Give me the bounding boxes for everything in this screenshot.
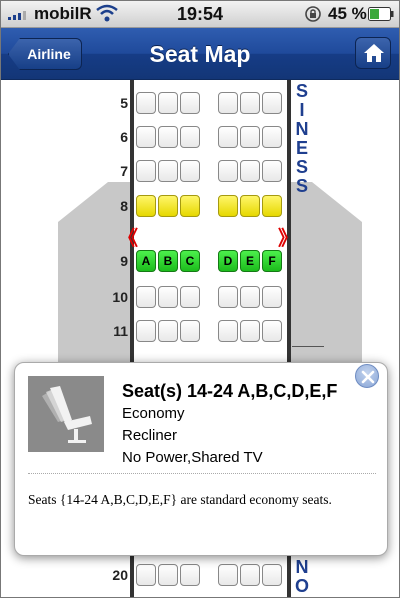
home-icon [364, 44, 384, 62]
seat[interactable]: B [158, 250, 178, 272]
seat[interactable] [158, 320, 178, 342]
seat[interactable] [218, 126, 238, 148]
section-label-economy: NOM [294, 558, 310, 598]
section-label-letter: S [295, 81, 308, 101]
row-number: 11 [113, 323, 128, 339]
seat[interactable] [136, 160, 156, 182]
seat[interactable] [262, 320, 282, 342]
seat[interactable] [180, 195, 200, 217]
seat[interactable] [180, 160, 200, 182]
seat[interactable]: D [218, 250, 238, 272]
seat[interactable] [262, 564, 282, 586]
seat[interactable] [240, 320, 260, 342]
section-label-letter: N [295, 557, 309, 577]
home-button[interactable] [355, 37, 391, 69]
seat[interactable] [262, 92, 282, 114]
navigation-bar: Seat Map Airline [0, 28, 400, 80]
seat-thumbnail [28, 376, 104, 452]
seat[interactable] [218, 160, 238, 182]
seat[interactable] [240, 286, 260, 308]
row-number: 7 [120, 163, 128, 179]
exit-marker-left: 《 [118, 228, 138, 250]
seat[interactable] [218, 195, 238, 217]
section-label-letter: I [299, 100, 305, 120]
seat[interactable] [262, 195, 282, 217]
seat[interactable] [180, 564, 200, 586]
exit-marker-right: 》 [278, 228, 298, 250]
seat[interactable] [158, 564, 178, 586]
seat[interactable] [262, 126, 282, 148]
seat[interactable] [180, 92, 200, 114]
seat[interactable] [240, 126, 260, 148]
seat[interactable] [240, 195, 260, 217]
section-label-letter: E [295, 138, 308, 158]
row-number: 8 [120, 198, 128, 214]
lock-rotation-icon [305, 6, 321, 22]
seat[interactable] [158, 195, 178, 217]
section-label-business: SINESS [294, 82, 310, 196]
seat-amenities: No Power,Shared TV [122, 449, 263, 466]
seat[interactable] [158, 126, 178, 148]
battery-icon [368, 7, 394, 21]
seat[interactable]: C [180, 250, 200, 272]
close-icon [361, 370, 375, 384]
seat[interactable]: E [240, 250, 260, 272]
seat[interactable]: F [262, 250, 282, 272]
section-label-letter: S [295, 176, 308, 196]
seat[interactable] [218, 320, 238, 342]
cabin-class: Economy [122, 405, 185, 422]
seat[interactable] [136, 92, 156, 114]
seat[interactable] [240, 160, 260, 182]
wing-gauge-line [292, 346, 324, 347]
recliner-seat-icon [42, 386, 92, 443]
seat[interactable] [240, 92, 260, 114]
seat[interactable] [180, 126, 200, 148]
battery-percent: 45 % [328, 4, 367, 23]
seat[interactable] [180, 286, 200, 308]
seat-type: Recliner [122, 427, 178, 444]
seat[interactable] [136, 286, 156, 308]
row-number: 6 [120, 129, 128, 145]
seat[interactable] [158, 160, 178, 182]
popup-divider [28, 473, 376, 474]
status-bar: mobilR 19:54 45 % [0, 0, 400, 28]
seat[interactable] [240, 564, 260, 586]
section-label-letter: N [295, 119, 309, 139]
section-label-letter: O [294, 576, 309, 596]
row-number: 9 [120, 253, 128, 269]
seat[interactable] [218, 92, 238, 114]
popup-title: Seat(s) 14-24 A,B,C,D,E,F [122, 381, 338, 401]
row-number: 5 [120, 95, 128, 111]
popup-description: Seats {14-24 A,B,C,D,E,F} are standard e… [28, 492, 332, 507]
section-label-letter: S [295, 157, 308, 177]
seat-info-popup: Seat(s) 14-24 A,B,C,D,E,F Economy Reclin… [14, 362, 388, 556]
seat[interactable] [136, 126, 156, 148]
seat[interactable] [158, 286, 178, 308]
seat[interactable] [218, 564, 238, 586]
seat[interactable] [180, 320, 200, 342]
seat[interactable] [218, 286, 238, 308]
back-button[interactable]: Airline [8, 38, 82, 70]
close-popup-button[interactable] [355, 364, 379, 388]
row-number: 10 [112, 289, 128, 305]
seat[interactable] [262, 160, 282, 182]
seat[interactable] [136, 320, 156, 342]
seat[interactable] [136, 564, 156, 586]
row-number: 20 [112, 567, 128, 583]
seat[interactable] [262, 286, 282, 308]
seat[interactable] [136, 195, 156, 217]
seat[interactable]: A [136, 250, 156, 272]
seat[interactable] [158, 92, 178, 114]
